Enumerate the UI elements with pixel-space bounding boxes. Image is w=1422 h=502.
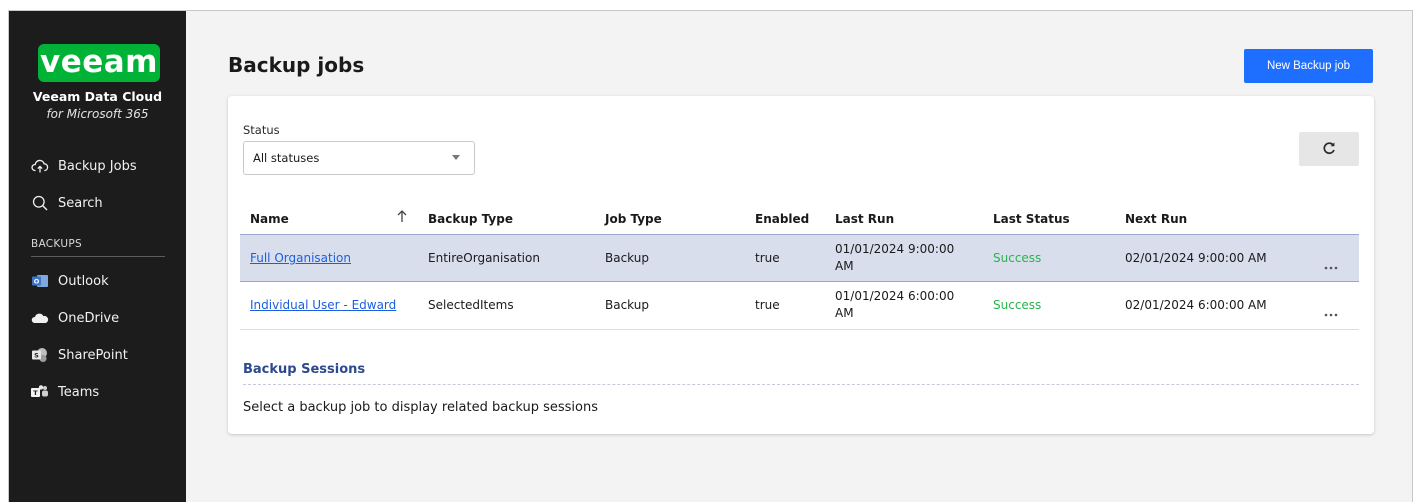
svg-text:S: S (34, 352, 39, 360)
enabled-cell: true (755, 251, 780, 265)
veeam-logo: veeam (38, 44, 160, 82)
job-name-link[interactable]: Individual User - Edward (250, 297, 396, 314)
sidebar-item-sharepoint[interactable]: S SharePoint (31, 347, 128, 363)
sidebar-item-search[interactable]: Search (31, 195, 103, 211)
more-actions-icon[interactable] (1323, 303, 1339, 317)
sidebar-item-outlook[interactable]: O Outlook (31, 273, 109, 289)
brand-title: Veeam Data Cloud (32, 89, 163, 104)
sidebar-item-label: Teams (58, 384, 100, 400)
new-backup-job-button[interactable]: New Backup job (1244, 49, 1373, 83)
last-status-cell: Success (993, 251, 1042, 265)
refresh-button[interactable] (1299, 132, 1359, 166)
enabled-cell: true (755, 298, 780, 312)
sidebar-item-label: OneDrive (58, 310, 120, 326)
backup-jobs-card: Status All statuses Name Backup Type Job… (228, 96, 1374, 434)
next-run-cell: 02/01/2024 6:00:00 AM (1125, 298, 1267, 312)
brand-subtitle: for Microsoft 365 (46, 107, 149, 121)
more-actions-icon[interactable] (1323, 256, 1339, 270)
sidebar-item-teams[interactable]: T Teams (31, 384, 99, 400)
page-title: Backup jobs (228, 53, 365, 77)
section-divider (31, 256, 165, 257)
job-type-cell: Backup (605, 251, 649, 265)
sort-ascending-icon[interactable] (395, 208, 409, 224)
backup-sessions-title: Backup Sessions (243, 362, 366, 377)
svg-text:T: T (33, 389, 38, 397)
backup-type-cell: SelectedItems (428, 298, 514, 312)
sidebar: veeam Veeam Data Cloud for Microsoft 365… (9, 11, 186, 502)
column-header-enabled[interactable]: Enabled (755, 212, 809, 226)
column-header-last-run[interactable]: Last Run (835, 212, 894, 226)
sidebar-item-label: SharePoint (58, 347, 128, 363)
sidebar-item-label: Outlook (58, 273, 109, 289)
last-run-cell: 01/01/2024 9:00:00 AM (835, 242, 955, 273)
backups-section-label: BACKUPS (31, 238, 82, 250)
backup-type-cell: EntireOrganisation (428, 251, 540, 265)
sessions-divider (243, 384, 1359, 385)
cloud-upload-icon (31, 158, 49, 174)
svg-text:O: O (34, 278, 40, 286)
sidebar-item-label: Search (58, 195, 103, 211)
refresh-icon (1322, 140, 1336, 159)
chevron-down-icon (452, 155, 460, 160)
job-name-link[interactable]: Full Organisation (250, 250, 351, 267)
column-header-name[interactable]: Name (250, 212, 289, 226)
column-header-last-status[interactable]: Last Status (993, 212, 1070, 226)
app-frame: veeam Veeam Data Cloud for Microsoft 365… (8, 10, 1413, 502)
table-row[interactable]: Full Organisation EntireOrganisation Bac… (240, 234, 1359, 282)
sidebar-item-backup-jobs[interactable]: Backup Jobs (31, 158, 137, 174)
search-icon (31, 195, 49, 211)
job-type-cell: Backup (605, 298, 649, 312)
status-filter-label: Status (243, 123, 280, 137)
onedrive-icon (31, 310, 49, 326)
status-filter-value: All statuses (253, 151, 320, 165)
column-header-backup-type[interactable]: Backup Type (428, 212, 513, 226)
column-header-job-type[interactable]: Job Type (605, 212, 662, 226)
next-run-cell: 02/01/2024 9:00:00 AM (1125, 251, 1267, 265)
teams-icon: T (31, 384, 49, 400)
last-status-cell: Success (993, 298, 1042, 312)
table-row[interactable]: Individual User - Edward SelectedItems B… (240, 282, 1359, 330)
sidebar-item-label: Backup Jobs (58, 158, 137, 174)
column-header-next-run[interactable]: Next Run (1125, 212, 1187, 226)
outlook-icon: O (31, 273, 49, 289)
sharepoint-icon: S (31, 347, 49, 363)
status-filter-select[interactable]: All statuses (243, 141, 475, 175)
sidebar-item-onedrive[interactable]: OneDrive (31, 310, 119, 326)
last-run-cell: 01/01/2024 6:00:00 AM (835, 289, 955, 320)
sessions-empty-message: Select a backup job to display related b… (243, 400, 599, 415)
